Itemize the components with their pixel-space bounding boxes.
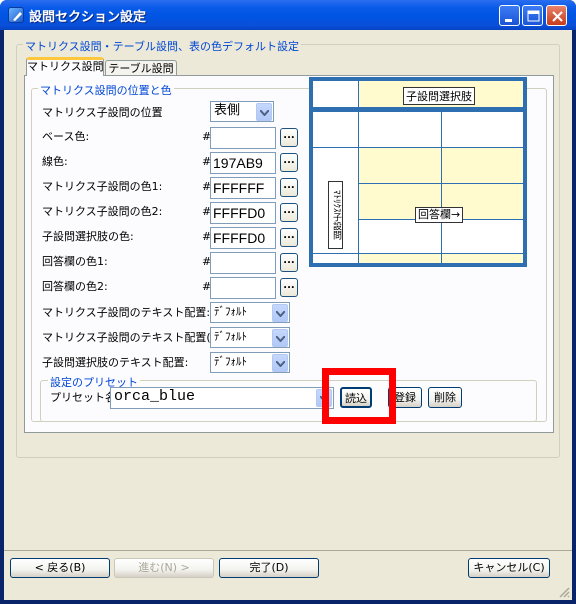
preview-answer-label: 回答欄→ <box>415 207 464 223</box>
preview-cell <box>441 147 524 184</box>
color-row-label: 線色: <box>42 155 68 168</box>
color-row-label: 子設問選択肢の色: <box>42 230 134 243</box>
close-button[interactable] <box>546 5 567 26</box>
align-select-value: ﾃﾞﾌｫﾙﾄ <box>214 355 247 368</box>
color-row-label: ベース色: <box>42 130 90 143</box>
color-picker-button[interactable]: ... <box>280 228 298 247</box>
chevron-down-icon[interactable] <box>272 354 288 372</box>
color-row-label: マトリクス子設問の色2: <box>42 205 163 218</box>
color-picker-button[interactable]: ... <box>280 253 298 272</box>
color-input[interactable]: FFFFD0 <box>210 202 276 224</box>
preview-choice-header-cell: 子設問選択肢 <box>358 80 524 108</box>
dialog-window: 設問セクション設定 マトリクス設問・テーブル設問、表の色デフォルト設定 マトリク… <box>0 0 576 604</box>
next-button[interactable]: 進む(N) > <box>114 558 214 578</box>
title-bar[interactable]: 設問セクション設定 <box>0 0 576 30</box>
color-row-label: 回答欄の色2: <box>42 280 108 293</box>
align-row-label: マトリクス子設問のテキスト配置: <box>42 306 211 319</box>
color-input[interactable]: FFFFD0 <box>210 227 276 249</box>
maximize-button[interactable] <box>522 5 543 26</box>
preview-cell <box>358 219 442 254</box>
preset-select[interactable]: orca_blue <box>110 387 334 409</box>
preview-cell <box>358 253 442 264</box>
align-row-label: 子設問選択肢のテキスト配置: <box>42 356 189 369</box>
preview-table: 子設問選択肢 ﾏﾄﾘｸｽ子設問 回答欄→ <box>309 77 527 267</box>
tab-matrix[interactable]: マトリクス設問 <box>26 57 104 76</box>
color-picker-button[interactable]: ... <box>280 203 298 222</box>
color-row-label: マトリクス子設問の色1: <box>42 180 163 193</box>
preview-cell <box>358 147 442 184</box>
chevron-down-icon[interactable] <box>272 304 288 322</box>
color-picker-button[interactable]: ... <box>280 128 298 147</box>
color-input[interactable] <box>210 127 276 149</box>
minimize-icon <box>505 19 512 22</box>
preview-cell <box>312 111 359 148</box>
align-select[interactable]: ﾃﾞﾌｫﾙﾄ <box>210 302 290 323</box>
preview-cell <box>358 111 442 148</box>
chevron-down-icon[interactable] <box>272 329 288 347</box>
cancel-button[interactable]: キャンセル(C) <box>468 558 550 578</box>
preview-cell <box>312 253 359 264</box>
app-icon <box>8 7 24 23</box>
highlight-box <box>322 368 396 424</box>
align-select-value: ﾃﾞﾌｫﾙﾄ <box>214 305 247 318</box>
preview-choice-header: 子設問選択肢 <box>403 87 475 105</box>
color-picker-button[interactable]: ... <box>280 153 298 172</box>
window-title: 設問セクション設定 <box>29 10 147 25</box>
align-row-label: マトリクス子設問のテキスト配置(右): <box>42 331 230 344</box>
color-row-label: 回答欄の色1: <box>42 255 108 268</box>
back-button[interactable]: < 戻る(B) <box>10 558 110 578</box>
outer-group-label: マトリクス設問・テーブル設問、表の色デフォルト設定 <box>23 38 302 54</box>
color-picker-button[interactable]: ... <box>280 178 298 197</box>
align-select[interactable]: ﾃﾞﾌｫﾙﾄ <box>210 327 290 348</box>
delete-preset-button[interactable]: 削除 <box>428 387 462 408</box>
preview-cell <box>441 253 524 264</box>
color-input[interactable] <box>210 252 276 274</box>
color-input[interactable] <box>210 277 276 299</box>
close-icon <box>552 11 563 22</box>
footer-divider <box>4 550 572 551</box>
color-picker-button[interactable]: ... <box>280 278 298 297</box>
preview-cell <box>441 111 524 148</box>
align-select[interactable]: ﾃﾞﾌｫﾙﾄ <box>210 352 290 373</box>
preview-cell <box>441 219 524 254</box>
resize-grip-icon[interactable] <box>558 586 570 598</box>
minimize-button[interactable] <box>499 5 520 26</box>
inner-group-label: マトリクス設問の位置と色 <box>38 82 174 98</box>
tab-table[interactable]: テーブル設問 <box>105 60 177 76</box>
position-select-value: 表側 <box>214 103 241 118</box>
color-input[interactable]: FFFFFF <box>210 177 276 199</box>
finish-button[interactable]: 完了(D) <box>219 558 319 578</box>
preview-corner-cell <box>312 80 359 108</box>
preset-select-value: orca_blue <box>114 388 196 405</box>
color-input[interactable]: 197AB9 <box>210 152 276 174</box>
preview-sub-question-label: ﾏﾄﾘｸｽ子設問 <box>328 181 343 249</box>
chevron-down-icon[interactable] <box>256 103 272 121</box>
position-label: マトリクス子設問の位置 <box>42 106 163 119</box>
align-select-value: ﾃﾞﾌｫﾙﾄ <box>214 330 247 343</box>
maximize-icon <box>527 10 540 22</box>
position-select[interactable]: 表側 <box>210 101 274 122</box>
